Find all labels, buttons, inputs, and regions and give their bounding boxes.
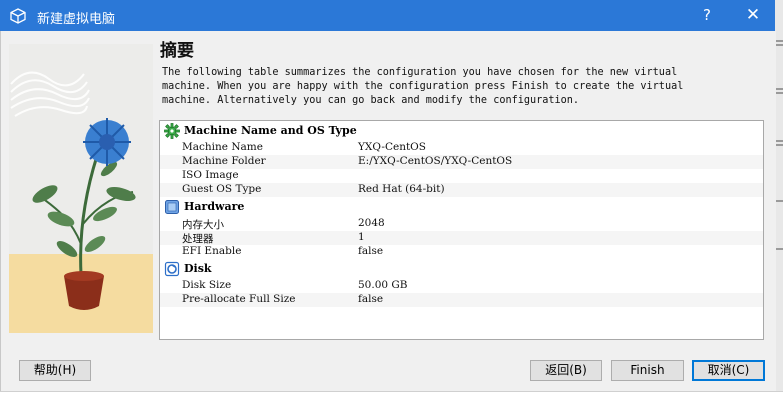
wizard-flower-illustration bbox=[9, 44, 153, 333]
row-value: E:/YXQ-CentOS/YXQ-CentOS bbox=[358, 155, 513, 167]
chip-icon bbox=[164, 199, 180, 215]
row-value: false bbox=[358, 245, 384, 257]
disk-icon bbox=[164, 261, 180, 277]
table-row: Pre-allocate Full Size false bbox=[160, 293, 763, 307]
table-row: Machine Folder E:/YXQ-CentOS/YXQ-CentOS bbox=[160, 155, 763, 169]
green-gear-icon bbox=[164, 123, 180, 139]
background-window-edge bbox=[775, 0, 783, 399]
row-key: Machine Name bbox=[182, 141, 263, 153]
row-value: 2048 bbox=[358, 217, 385, 229]
table-row: Machine Name YXQ-CentOS bbox=[160, 141, 763, 155]
table-row: Guest OS Type Red Hat (64-bit) bbox=[160, 183, 763, 197]
row-value: 50.00 GB bbox=[358, 279, 408, 291]
page-title: 摘要 bbox=[160, 41, 194, 61]
help-title-button[interactable]: ? bbox=[687, 0, 727, 31]
section-header: Hardware bbox=[160, 198, 763, 216]
row-key: Guest OS Type bbox=[182, 183, 262, 195]
window-title: 新建虚拟电脑 bbox=[37, 12, 116, 27]
help-button[interactable]: 帮助(H) bbox=[19, 360, 91, 381]
section-title: Machine Name and OS Type bbox=[184, 124, 357, 137]
table-row: EFI Enable false bbox=[160, 245, 763, 259]
table-row: 内存大小 2048 bbox=[160, 217, 763, 231]
title-bar[interactable]: 新建虚拟电脑 ? ✕ bbox=[0, 0, 775, 31]
table-row: ISO Image bbox=[160, 169, 763, 183]
close-button[interactable]: ✕ bbox=[733, 0, 773, 31]
back-button[interactable]: 返回(B) bbox=[530, 360, 602, 381]
table-row: Disk Size 50.00 GB bbox=[160, 279, 763, 293]
finish-button[interactable]: Finish bbox=[611, 360, 684, 381]
row-key: Disk Size bbox=[182, 279, 232, 291]
row-value: false bbox=[358, 293, 384, 305]
row-key: ISO Image bbox=[182, 169, 239, 181]
row-key: EFI Enable bbox=[182, 245, 242, 257]
row-key: 处理器 bbox=[182, 233, 214, 245]
row-value: Red Hat (64-bit) bbox=[358, 183, 445, 195]
row-key: Pre-allocate Full Size bbox=[182, 293, 296, 305]
summary-table[interactable]: Machine Name and OS Type Machine Name YX… bbox=[159, 120, 764, 340]
table-row: 处理器 1 bbox=[160, 231, 763, 245]
virtualbox-cube-icon bbox=[10, 8, 26, 28]
row-key: 内存大小 bbox=[182, 219, 224, 231]
section-header: Disk bbox=[160, 260, 763, 278]
section-title: Disk bbox=[184, 262, 212, 275]
cancel-button[interactable]: 取消(C) bbox=[692, 360, 765, 381]
section-title: Hardware bbox=[184, 200, 245, 213]
section-header: Machine Name and OS Type bbox=[160, 122, 763, 140]
row-value: 1 bbox=[358, 231, 365, 243]
row-value: YXQ-CentOS bbox=[358, 141, 426, 153]
page-description: The following table summarizes the confi… bbox=[162, 67, 684, 106]
row-key: Machine Folder bbox=[182, 155, 266, 167]
